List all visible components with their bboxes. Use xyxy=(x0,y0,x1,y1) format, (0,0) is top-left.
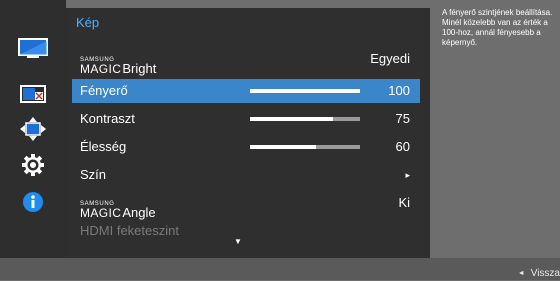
picture-in-picture-icon[interactable] xyxy=(0,77,66,111)
brightness-slider[interactable] xyxy=(250,89,360,93)
help-panel: A fényerő szintjének beállítása. Minél k… xyxy=(436,0,560,258)
samsung-magic-logo: SAMSUNG MAGIC xyxy=(80,57,122,76)
contrast-slider[interactable] xyxy=(250,117,360,121)
menu-item-value: Ki xyxy=(398,195,410,210)
back-label: Vissza xyxy=(530,268,560,279)
submenu-arrow-icon: ▸ xyxy=(405,170,410,180)
picture-menu: Kép SAMSUNG MAGIC Bright Egyedi Fényerő … xyxy=(66,8,430,258)
menu-item-brightness[interactable]: Fényerő 100 xyxy=(72,79,420,103)
back-button[interactable]: ◄ Vissza xyxy=(518,268,560,280)
menu-item-label: Élesség xyxy=(80,139,127,154)
menu-item-value: 75 xyxy=(395,111,410,126)
menu-item-value: 60 xyxy=(395,139,410,154)
monitor-icon[interactable] xyxy=(0,32,66,66)
menu-item-sharpness[interactable]: Élesség 60 xyxy=(72,135,420,159)
menu-item-contrast[interactable]: Kontraszt 75 xyxy=(72,107,420,131)
menu-item-value: 100 xyxy=(388,83,410,98)
slider-fill xyxy=(250,145,316,149)
sharpness-slider[interactable] xyxy=(250,145,360,149)
menu-item-label: Fényerő xyxy=(80,83,128,98)
menu-item-value: Egyedi xyxy=(370,51,410,66)
left-rail xyxy=(0,0,66,258)
settings-gear-icon[interactable] xyxy=(0,148,66,182)
scroll-down-icon[interactable]: ▼ xyxy=(234,237,242,246)
menu-item-magic-angle[interactable]: SAMSUNG MAGIC Angle Ki xyxy=(72,191,420,220)
slider-fill xyxy=(250,117,333,121)
left-arrow-icon: ◄ xyxy=(517,270,525,277)
slider-fill xyxy=(250,89,360,93)
menu-item-label: Bright xyxy=(122,61,157,76)
footer-bar xyxy=(0,258,560,280)
info-icon[interactable] xyxy=(0,185,66,219)
menu-item-hdmi-black-level: HDMI feketeszint xyxy=(72,219,420,243)
menu-item-color[interactable]: Szín ▸ xyxy=(72,163,420,187)
menu-item-label: Kontraszt xyxy=(80,111,135,126)
menu-item-label: HDMI feketeszint xyxy=(80,223,179,238)
menu-item-magic-bright[interactable]: SAMSUNG MAGIC Bright Egyedi xyxy=(72,47,420,76)
samsung-magic-logo: SAMSUNG MAGIC xyxy=(80,201,122,220)
position-arrows-icon[interactable] xyxy=(0,112,66,146)
menu-title: Kép xyxy=(76,15,100,30)
help-text: A fényerő szintjének beállítása. Minél k… xyxy=(442,8,553,47)
menu-item-label: Szín xyxy=(80,167,107,182)
